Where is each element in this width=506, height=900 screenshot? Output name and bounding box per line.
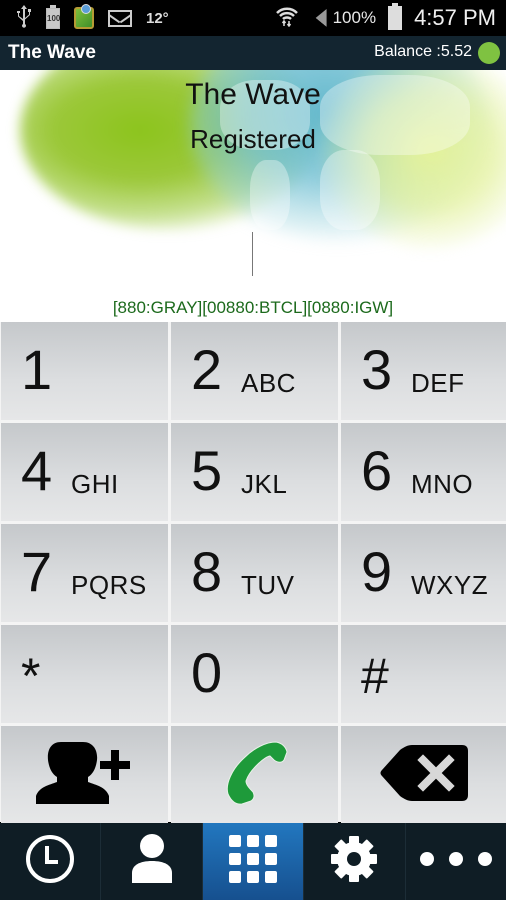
wifi-icon (275, 5, 299, 32)
nav-settings[interactable] (304, 823, 406, 900)
usb-icon (16, 4, 32, 33)
key-digit: 4 (21, 439, 53, 502)
key-letters: ABC (241, 368, 296, 398)
email-icon (108, 9, 132, 27)
account-name: The Wave (185, 78, 321, 111)
add-contact-icon (35, 740, 135, 811)
call-button[interactable] (171, 726, 338, 824)
dialpad-icon (227, 833, 279, 890)
key-digit: 6 (361, 439, 393, 502)
nav-call-history[interactable] (0, 823, 102, 900)
temperature: 12° (146, 9, 169, 27)
call-history-icon (24, 833, 76, 890)
signal-icon (304, 9, 327, 27)
key-hash[interactable]: # (341, 625, 506, 723)
balance-label: Balance :5.52 (374, 43, 472, 60)
key-star[interactable]: * (1, 625, 168, 723)
key-digit: 1 (21, 338, 53, 401)
key-digit: 3 (361, 338, 393, 401)
key-5[interactable]: 5 JKL (171, 423, 338, 521)
key-digit: 9 (361, 540, 393, 603)
key-letters: JKL (241, 469, 288, 499)
key-3[interactable]: 3 DEF (341, 322, 506, 420)
clock: 4:57 PM (414, 5, 496, 30)
key-4[interactable]: 4 GHI (1, 423, 168, 521)
bottom-navigation (0, 823, 506, 900)
key-digit: 5 (191, 439, 223, 502)
key-7[interactable]: 7 PQRS (1, 524, 168, 622)
maps-icon (74, 4, 94, 29)
key-digit: # (361, 648, 389, 704)
key-6[interactable]: 6 MNO (341, 423, 506, 521)
nav-dialpad[interactable] (202, 823, 305, 900)
key-8[interactable]: 8 TUV (171, 524, 338, 622)
key-2[interactable]: 2 ABC (171, 322, 338, 420)
key-digit: 0 (191, 641, 223, 704)
nav-contacts[interactable] (101, 823, 203, 900)
call-icon (220, 739, 290, 812)
key-letters: TUV (241, 570, 295, 600)
contacts-icon (130, 833, 174, 890)
key-letters: DEF (411, 368, 465, 398)
key-letters: GHI (71, 469, 119, 499)
battery-percent: 100% (332, 8, 377, 27)
registration-status-icon (478, 42, 500, 64)
key-digit: 2 (191, 338, 223, 401)
battery-100-icon: 100 (46, 4, 61, 29)
world-map-shape (320, 150, 380, 230)
prefix-info: [880:GRAY][00880:BTCL][0880:IGW] (112, 298, 394, 317)
key-digit: 7 (21, 540, 53, 603)
app-title: The Wave (8, 42, 96, 63)
backspace-button[interactable] (341, 726, 506, 824)
key-9[interactable]: 9 WXYZ (341, 524, 506, 622)
key-digit: 8 (191, 540, 223, 603)
key-letters: MNO (411, 469, 474, 499)
nav-more[interactable] (406, 823, 506, 900)
more-icon (418, 850, 494, 873)
dialpad: 1 2 ABC 3 DEF 4 GHI 5 JKL 6 MNO 7 PQRS 8 TUV 9W… (0, 322, 506, 824)
add-contact-button[interactable] (1, 726, 168, 824)
dialer-banner: The Wave Registered [880:GRAY][00880:BTC… (0, 70, 506, 322)
world-map-shape (250, 160, 290, 230)
key-letters: WXYZ (411, 570, 489, 600)
dial-input-cursor[interactable] (252, 232, 253, 276)
key-letters: PQRS (71, 570, 147, 600)
battery-small-label: 100 (47, 13, 61, 23)
settings-icon (330, 835, 378, 888)
key-1[interactable]: 1 (1, 322, 168, 420)
app-bar: The Wave Balance :5.52 (0, 36, 506, 70)
status-bar: 100 12° 100% 4:57 PM (0, 0, 506, 36)
battery-icon (388, 3, 403, 30)
key-digit: * (21, 648, 41, 704)
registration-status: Registered (190, 124, 316, 154)
key-0[interactable]: 0 (171, 625, 338, 723)
backspace-icon (378, 743, 470, 808)
